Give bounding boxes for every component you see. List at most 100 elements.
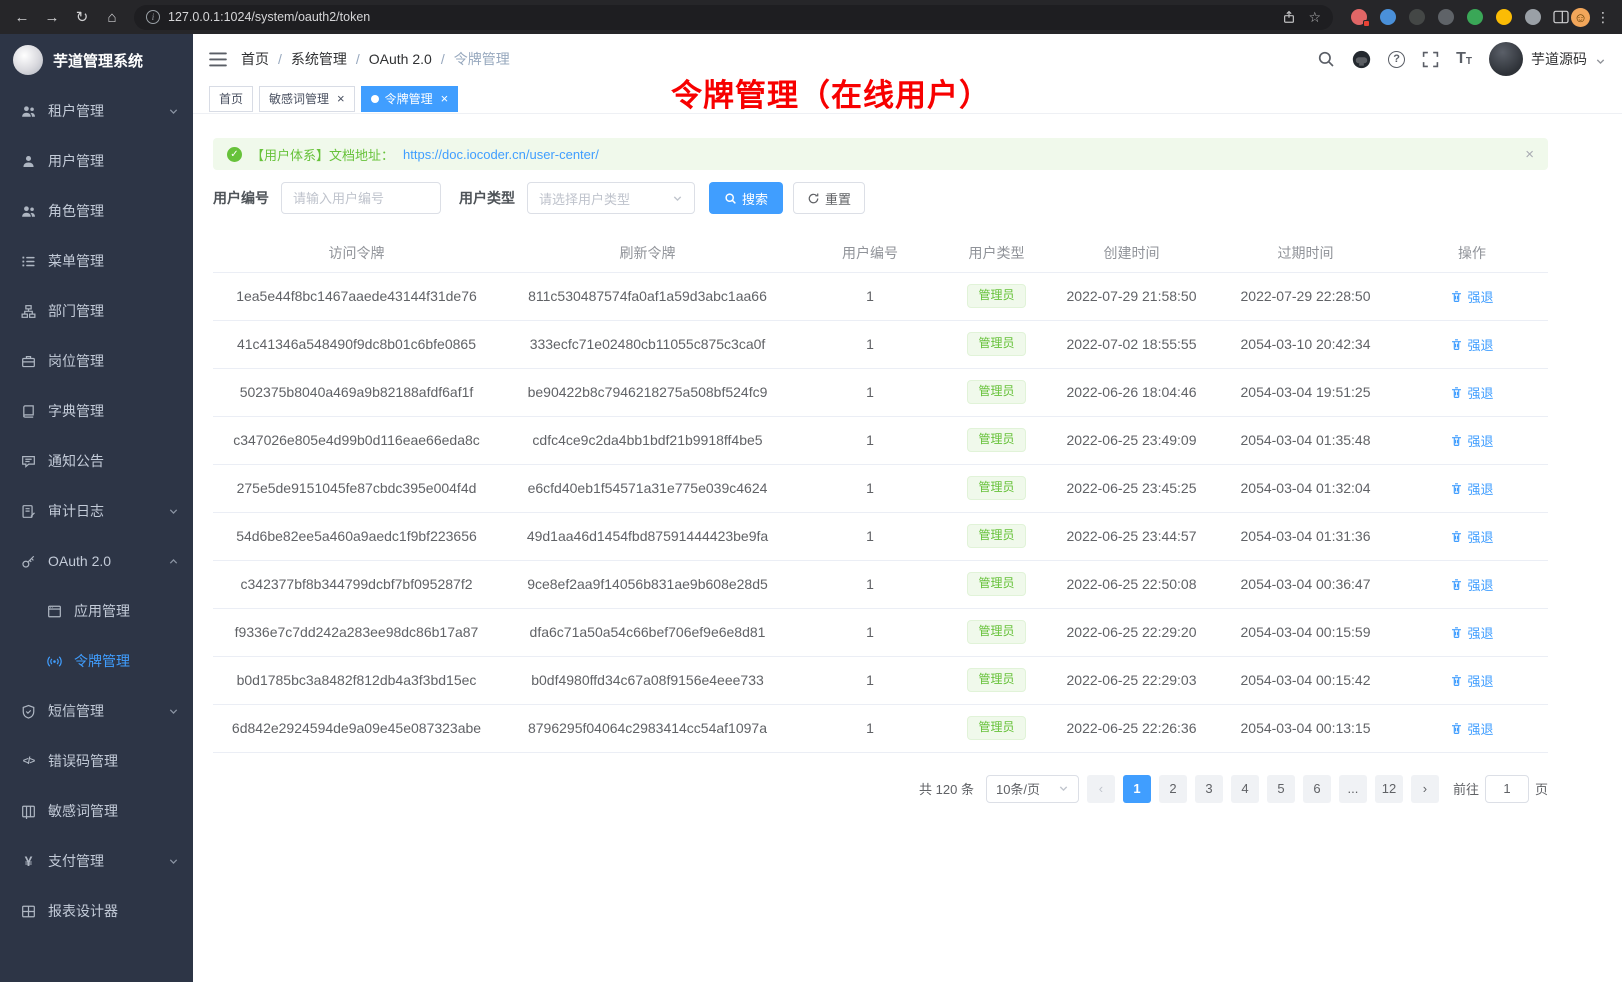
tab-sensitive[interactable]: 敏感词管理 × (259, 86, 355, 112)
extension-light-icon[interactable] (1525, 9, 1541, 25)
extension-blue-icon[interactable] (1380, 9, 1396, 25)
sidebar-fold-icon[interactable] (209, 52, 227, 67)
reset-button[interactable]: 重置 (793, 182, 865, 214)
refresh-token-cell: 811c530487574fa0af1a59d3abc1aa66 (500, 272, 795, 320)
user-id-cell: 1 (795, 656, 945, 704)
sidebar-item-pay[interactable]: ¥支付管理 (0, 836, 193, 886)
browser-forward-icon[interactable]: → (38, 3, 66, 31)
user-id-input[interactable] (281, 182, 441, 214)
pay-icon: ¥ (20, 853, 37, 869)
browser-reload-icon[interactable]: ↻ (68, 3, 96, 31)
browser-menu-icon[interactable]: ⋮ (1592, 9, 1614, 26)
user-type-cell: 管理员 (945, 416, 1048, 464)
pagination-page-button[interactable]: 3 (1195, 775, 1223, 803)
action-cell: 强退 (1396, 560, 1548, 608)
sidebar-item-errcode[interactable]: </>错误码管理 (0, 736, 193, 786)
force-logout-button[interactable]: 强退 (1450, 671, 1493, 690)
pagination-prev-button[interactable]: ‹ (1087, 775, 1115, 803)
force-logout-button[interactable]: 强退 (1450, 719, 1493, 738)
delete-icon (1450, 482, 1463, 495)
page-size-select[interactable]: 10条/页 (986, 775, 1079, 803)
tab-label: 敏感词管理 (269, 90, 329, 107)
user-type-cell: 管理员 (945, 512, 1048, 560)
pagination-page-button[interactable]: 4 (1231, 775, 1259, 803)
goto-page-input[interactable] (1485, 775, 1529, 803)
share-icon[interactable] (1282, 10, 1296, 24)
force-logout-button[interactable]: 强退 (1450, 575, 1493, 594)
pagination-page-button[interactable]: 12 (1375, 775, 1403, 803)
user-type-tag: 管理员 (967, 668, 1025, 692)
font-size-icon[interactable]: TT (1456, 51, 1472, 67)
address-bar[interactable]: i 127.0.0.1:1024/system/oauth2/token ☆ (134, 5, 1333, 30)
extension-multi-icon[interactable] (1496, 9, 1512, 25)
pagination-page-button[interactable]: 2 (1159, 775, 1187, 803)
force-logout-button[interactable]: 强退 (1450, 287, 1493, 306)
bookmark-star-icon[interactable]: ☆ (1308, 9, 1321, 26)
sidebar-item-user[interactable]: 用户管理 (0, 136, 193, 186)
sidebar-item-dict[interactable]: 字典管理 (0, 386, 193, 436)
user-type-tag: 管理员 (967, 428, 1025, 452)
breadcrumb-item[interactable]: 系统管理 (291, 49, 347, 69)
extension-red-icon[interactable] (1351, 9, 1367, 25)
url-text[interactable]: 127.0.0.1:1024/system/oauth2/token (168, 10, 1274, 24)
pagination-page-button[interactable]: 5 (1267, 775, 1295, 803)
tab-home[interactable]: 首页 (209, 86, 253, 112)
delete-icon (1450, 530, 1463, 543)
tab-close-icon[interactable]: × (441, 92, 449, 105)
pagination-more-button[interactable]: ... (1339, 775, 1367, 803)
fullscreen-icon[interactable] (1422, 51, 1439, 68)
help-icon[interactable]: ? (1388, 51, 1405, 68)
app-title: 芋道管理系统 (53, 50, 143, 71)
site-info-icon[interactable]: i (146, 10, 160, 24)
sidebar-item-label: 应用管理 (74, 601, 179, 621)
audit-icon (20, 504, 37, 519)
extension-gray-icon[interactable] (1438, 9, 1454, 25)
sidebar-item-sensitive[interactable]: 敏感词管理 (0, 786, 193, 836)
split-view-icon[interactable] (1553, 10, 1569, 24)
sidebar-item-dept[interactable]: 部门管理 (0, 286, 193, 336)
force-logout-button[interactable]: 强退 (1450, 383, 1493, 402)
user-menu[interactable]: 芋道源码 (1489, 42, 1606, 76)
sidebar-item-post[interactable]: 岗位管理 (0, 336, 193, 386)
tab-token[interactable]: 令牌管理× (361, 86, 459, 112)
sidebar-item-oauth2-token[interactable]: 令牌管理 (0, 636, 193, 686)
expire-time-cell: 2054-03-10 20:42:34 (1215, 320, 1396, 368)
sidebar-item-audit[interactable]: 审计日志 (0, 486, 193, 536)
refresh-icon (807, 192, 820, 205)
sidebar-item-sms[interactable]: 短信管理 (0, 686, 193, 736)
user-type-select[interactable]: 请选择用户类型 (527, 182, 695, 214)
force-logout-button[interactable]: 强退 (1450, 335, 1493, 354)
sidebar-logo[interactable]: 芋道管理系统 (0, 34, 193, 86)
breadcrumb-item[interactable]: 首页 (241, 49, 269, 69)
force-logout-button[interactable]: 强退 (1450, 431, 1493, 450)
sidebar-item-menu[interactable]: 菜单管理 (0, 236, 193, 286)
sidebar-item-oauth2-app[interactable]: 应用管理 (0, 586, 193, 636)
sidebar-item-role[interactable]: 角色管理 (0, 186, 193, 236)
github-icon[interactable] (1352, 50, 1371, 69)
force-logout-button[interactable]: 强退 (1450, 623, 1493, 642)
sidebar-item-oauth2[interactable]: OAuth 2.0 (0, 536, 193, 586)
sidebar-item-tenant[interactable]: 租户管理 (0, 86, 193, 136)
pagination-page-button[interactable]: 6 (1303, 775, 1331, 803)
tab-close-icon[interactable]: × (337, 92, 345, 105)
force-logout-label: 强退 (1467, 335, 1493, 354)
extension-green-icon[interactable] (1467, 9, 1483, 25)
browser-home-icon[interactable]: ⌂ (98, 3, 126, 31)
doc-link[interactable]: https://doc.iocoder.cn/user-center/ (403, 147, 599, 162)
browser-back-icon[interactable]: ← (8, 3, 36, 31)
sidebar-item-label: 字典管理 (48, 401, 179, 421)
user-type-tag: 管理员 (967, 380, 1025, 404)
sidebar-item-report[interactable]: 报表设计器 (0, 886, 193, 936)
extension-dark-icon[interactable] (1409, 9, 1425, 25)
force-logout-button[interactable]: 强退 (1450, 527, 1493, 546)
refresh-token-cell: 9ce8ef2aa9f14056b831ae9b608e28d5 (500, 560, 795, 608)
search-icon[interactable] (1317, 50, 1335, 68)
browser-profile-avatar[interactable]: ☺ (1571, 8, 1590, 27)
breadcrumb-item[interactable]: OAuth 2.0 (369, 51, 432, 67)
alert-close-icon[interactable]: × (1525, 146, 1534, 163)
sidebar-item-notice[interactable]: 通知公告 (0, 436, 193, 486)
force-logout-button[interactable]: 强退 (1450, 479, 1493, 498)
search-button[interactable]: 搜索 (709, 182, 783, 214)
pagination-next-button[interactable]: › (1411, 775, 1439, 803)
pagination-page-button[interactable]: 1 (1123, 775, 1151, 803)
